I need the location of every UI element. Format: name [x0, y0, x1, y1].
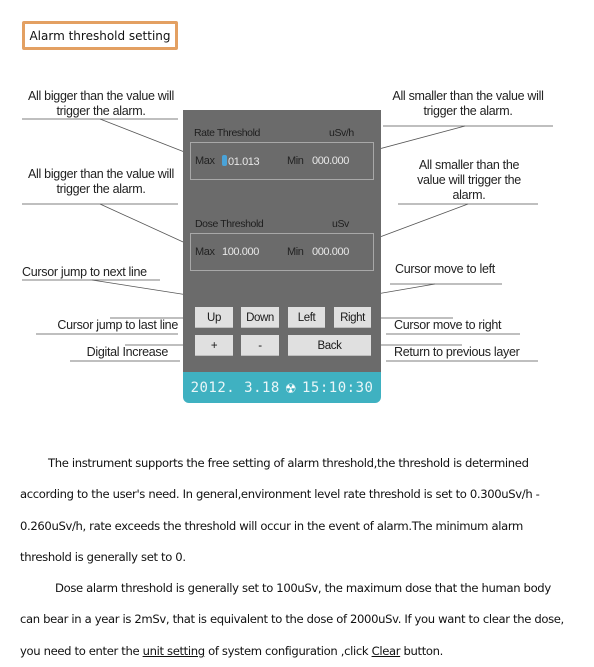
dose-threshold-box: Max 100.000 Min 000.000 — [190, 233, 374, 271]
back-button[interactable]: Back — [288, 335, 371, 356]
status-date: 2012. 3.18 — [190, 379, 280, 396]
paragraph-1-line-1: The instrument supports the free setting… — [48, 456, 529, 470]
annotation-rate-max: All bigger than the value will trigger t… — [28, 89, 174, 118]
up-button[interactable]: Up — [195, 307, 233, 328]
annotation-left: Cursor move to left — [395, 262, 495, 276]
text: of system configuration ,click — [204, 643, 372, 658]
rate-max-field[interactable]: 01.013 — [222, 155, 260, 168]
paragraph-1-line-3: 0.260uSv/h, rate exceeds the threshold w… — [20, 518, 523, 533]
text-cursor — [222, 155, 227, 166]
rate-threshold-box: Max 01.013 Min 000.000 — [190, 142, 374, 180]
left-button[interactable]: Left — [288, 307, 325, 328]
dose-min-field[interactable]: 000.000 — [312, 246, 349, 258]
status-time: 15:10:30 — [302, 379, 374, 396]
rate-min-label: Min — [287, 155, 304, 167]
annotation-back: Return to previous layer — [394, 345, 520, 359]
minus-button[interactable]: - — [241, 335, 279, 356]
device-screen: Rate Threshold uSv/h Max 01.013 Min 000.… — [183, 110, 381, 403]
paragraph-1-line-4: threshold is generally set to 0. — [20, 549, 186, 564]
annotation-up: Cursor jump to last line — [57, 318, 178, 332]
down-button[interactable]: Down — [241, 307, 279, 328]
unit-setting-link[interactable]: unit setting — [143, 644, 206, 658]
annotation-down: Cursor jump to next line — [22, 265, 147, 279]
dose-unit: uSv — [332, 218, 349, 230]
status-bar: 2012. 3.18 ☢ 15:10:30 — [183, 372, 381, 403]
paragraph-2-line-1: Dose alarm threshold is generally set to… — [55, 581, 551, 596]
rate-min-field[interactable]: 000.000 — [312, 155, 349, 167]
annotation-dose-min: All smaller than the value will trigger … — [417, 158, 521, 202]
paragraph-2-line-2: can bear in a year is 2mSv, that is equi… — [20, 612, 564, 627]
right-button[interactable]: Right — [334, 307, 371, 328]
paragraph-2-line-3: you need to enter the unit setting of sy… — [20, 636, 588, 667]
text: button. — [400, 643, 443, 658]
rate-max-label: Max — [195, 155, 215, 167]
text: you need to enter the — [20, 643, 143, 658]
description: The instrument supports the free setting… — [20, 448, 588, 667]
dose-min-label: Min — [287, 246, 304, 258]
dose-threshold-label: Dose Threshold — [195, 218, 264, 230]
dose-max-label: Max — [195, 246, 215, 258]
rate-unit: uSv/h — [329, 127, 354, 139]
rate-max-value: 01.013 — [228, 156, 260, 168]
radiation-icon: ☢ — [285, 378, 296, 397]
plus-button[interactable]: + — [195, 335, 233, 356]
annotation-dose-max: All bigger than the value will trigger t… — [28, 167, 174, 196]
annotation-rate-min: All smaller than the value will trigger … — [392, 89, 544, 118]
annotation-plus: Digital Increase — [86, 345, 169, 359]
section-title: Alarm threshold setting — [22, 21, 178, 50]
dose-max-field[interactable]: 100.000 — [222, 246, 259, 258]
threshold-panel: Rate Threshold uSv/h Max 01.013 Min 000.… — [183, 110, 381, 372]
rate-threshold-label: Rate Threshold — [194, 127, 260, 139]
paragraph-1-line-2: according to the user's need. In general… — [20, 487, 540, 502]
clear-link[interactable]: Clear — [372, 644, 401, 658]
annotation-right: Cursor move to right — [394, 318, 502, 332]
